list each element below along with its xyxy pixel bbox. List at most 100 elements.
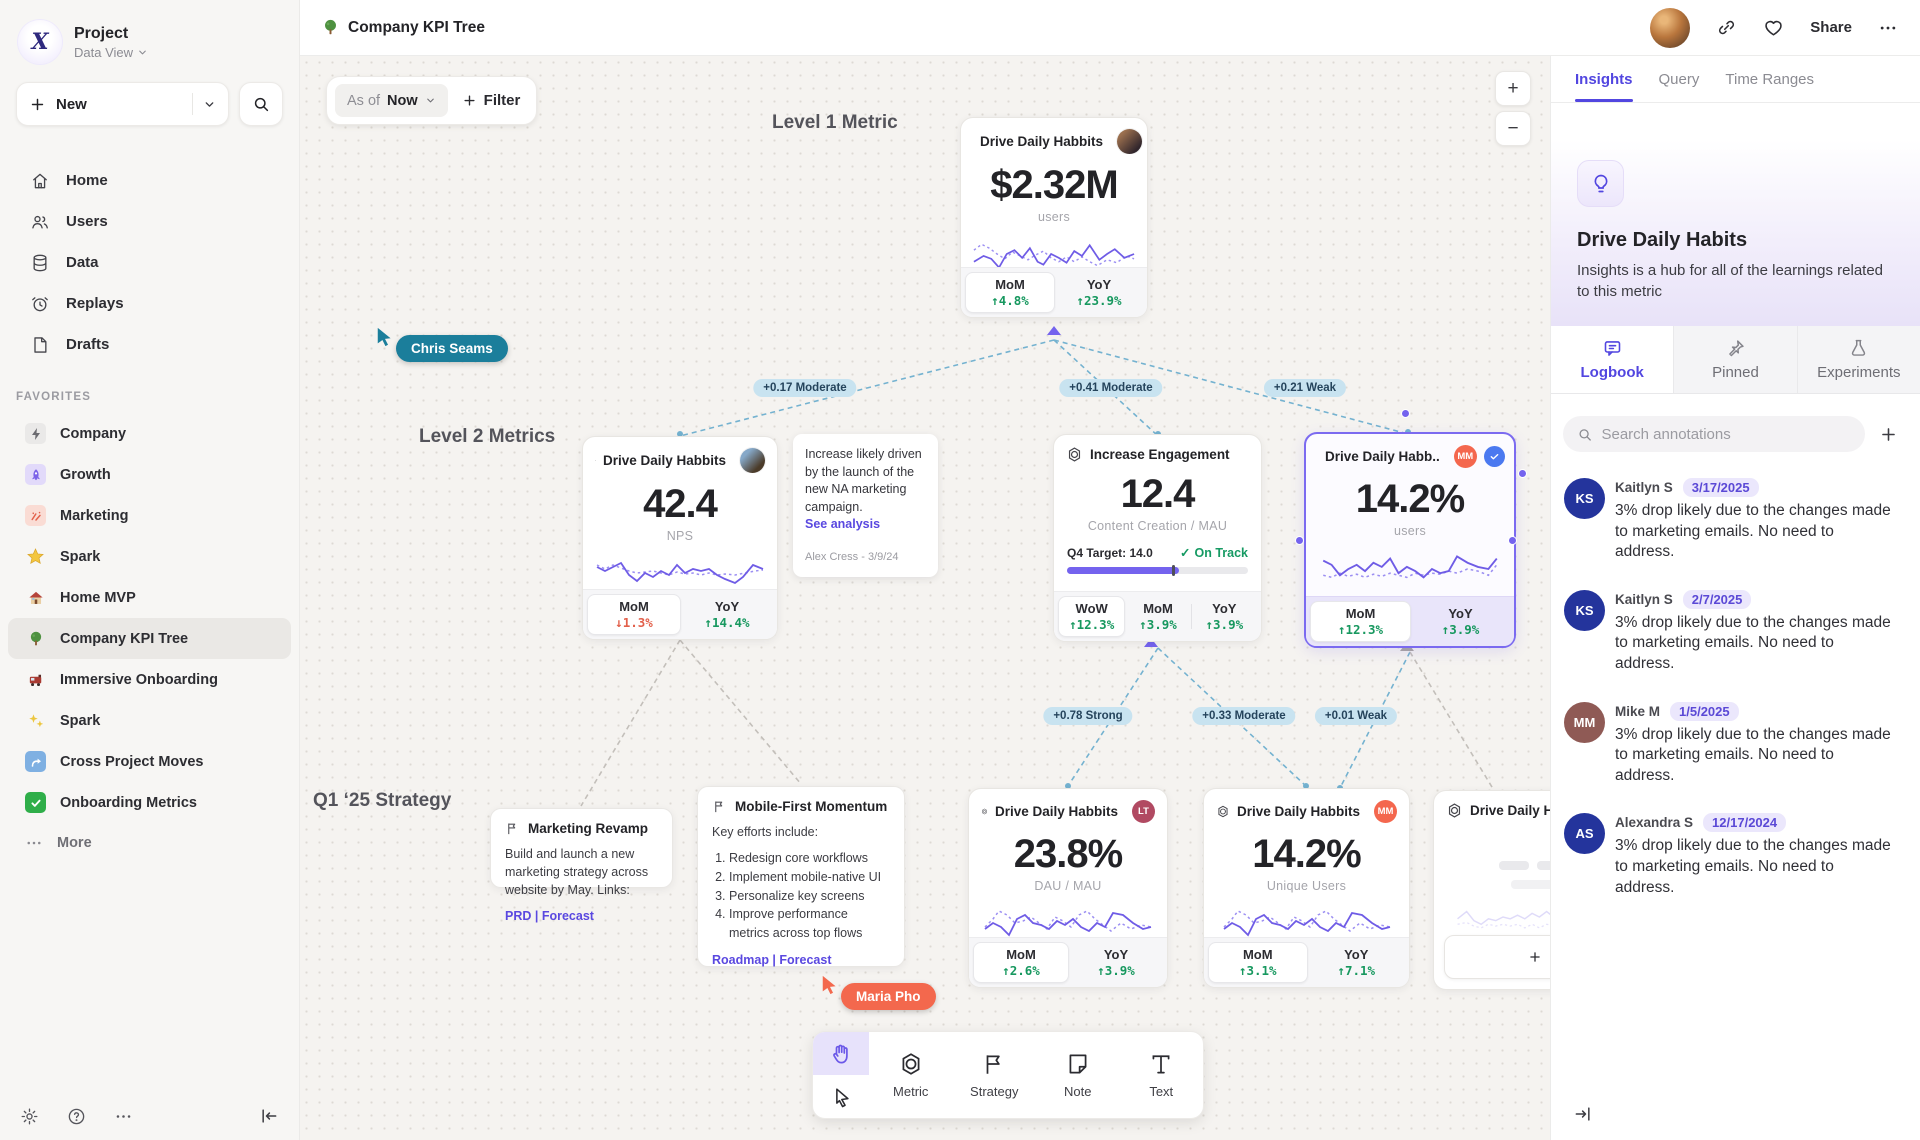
annotation-item[interactable]: AS Alexandra S 12/17/2024 3% drop likely…: [1564, 813, 1896, 898]
sidebar-item-users[interactable]: Users: [0, 201, 299, 242]
annotation-author: Kaitlyn S: [1615, 592, 1673, 607]
selection-handle[interactable]: [1518, 469, 1527, 478]
new-button[interactable]: New: [16, 82, 229, 126]
note-tool-button[interactable]: Note: [1036, 1032, 1120, 1118]
sidebar-item-cross-project-moves[interactable]: Cross Project Moves: [8, 741, 291, 782]
stat-mom[interactable]: MoM↑3.1%: [1208, 942, 1308, 983]
connect-button[interactable]: Connect: [1444, 935, 1550, 979]
stat-wow[interactable]: WoW↑12.3%: [1058, 596, 1125, 637]
user-avatar[interactable]: [1650, 8, 1690, 48]
sidebar-item-company[interactable]: Company: [8, 413, 291, 454]
tab-query[interactable]: Query: [1659, 56, 1700, 102]
select-tool-button[interactable]: [813, 1075, 869, 1118]
sidebar-item-spark[interactable]: Spark: [8, 536, 291, 577]
search-button[interactable]: [239, 82, 283, 126]
selection-handle[interactable]: [1401, 409, 1410, 418]
stat-mom[interactable]: MoM↑4.8%: [965, 272, 1055, 313]
subtab-logbook[interactable]: Logbook: [1551, 326, 1673, 393]
strategy-tool-button[interactable]: Strategy: [953, 1032, 1037, 1118]
stat-yoy[interactable]: YoY↑3.9%: [1069, 942, 1163, 983]
sidebar-item-drafts[interactable]: Drafts: [0, 324, 299, 365]
add-annotation-icon[interactable]: [1879, 425, 1898, 444]
sidebar-item-growth[interactable]: Growth: [8, 454, 291, 495]
collapse-sidebar-icon[interactable]: [259, 1106, 279, 1126]
metric-card-selected[interactable]: Drive Daily Habb.. MM 14.2% users MoM↑12…: [1304, 432, 1516, 648]
metric-card-nps[interactable]: Drive Daily Habbits 42.4 NPS MoM↓1.3% Yo…: [582, 436, 778, 640]
collapse-panel-icon[interactable]: [1573, 1104, 1593, 1124]
annotation-date-badge: 2/7/2025: [1683, 590, 1752, 609]
tab-insights[interactable]: Insights: [1575, 56, 1633, 102]
annotation-list: KS Kaitlyn S 3/17/2025 3% drop likely du…: [1551, 460, 1920, 925]
share-button[interactable]: Share: [1810, 19, 1852, 36]
selection-handle[interactable]: [1295, 536, 1304, 545]
gear-icon[interactable]: [20, 1107, 39, 1126]
strategy-links[interactable]: PRD | Forecast: [505, 909, 658, 923]
stat-yoy[interactable]: YoY↑7.1%: [1308, 942, 1406, 983]
confetti-icon: [25, 505, 46, 526]
annotation-search-input[interactable]: [1601, 426, 1851, 443]
annotation-item[interactable]: KS Kaitlyn S 3/17/2025 3% drop likely du…: [1564, 478, 1896, 563]
strategy-note-marketing-revamp[interactable]: Marketing Revamp Build and launch a new …: [490, 808, 673, 888]
heart-icon[interactable]: [1763, 17, 1784, 38]
filter-button[interactable]: Filter: [462, 92, 521, 109]
annotation-note[interactable]: Increase likely driven by the launch of …: [793, 434, 938, 577]
sidebar-item-onboarding-metrics[interactable]: Onboarding Metrics: [8, 782, 291, 823]
stat-mom[interactable]: MoM↑2.6%: [973, 942, 1069, 983]
chevron-down-icon[interactable]: [203, 98, 216, 111]
link-icon[interactable]: [1716, 17, 1737, 38]
lightning-icon: [25, 423, 46, 444]
sidebar-item-data[interactable]: Data: [0, 242, 299, 283]
annotation-item[interactable]: MM Mike M 1/5/2025 3% drop likely due to…: [1564, 702, 1896, 787]
sidebar-item-home[interactable]: Home: [0, 160, 299, 201]
metric-tool-button[interactable]: Metric: [869, 1032, 953, 1118]
stat-mom[interactable]: MoM↑12.3%: [1310, 601, 1411, 642]
subtab-experiments[interactable]: Experiments: [1797, 326, 1920, 393]
sidebar-item-home-mvp[interactable]: Home MVP: [8, 577, 291, 618]
stat-yoy[interactable]: YoY↑3.9%: [1192, 596, 1257, 637]
more-options-icon[interactable]: [1878, 18, 1898, 38]
text-tool-button[interactable]: Text: [1120, 1032, 1204, 1118]
selection-handle[interactable]: [1508, 536, 1517, 545]
stat-yoy[interactable]: YoY↑23.9%: [1055, 272, 1143, 313]
strategy-links[interactable]: Roadmap | Forecast: [712, 953, 890, 967]
metric-card-unique-users[interactable]: Drive Daily Habbits MM 14.2% Unique User…: [1203, 788, 1410, 988]
zoom-out-button[interactable]: −: [1495, 111, 1531, 146]
edge-weight-pill: +0.17 Moderate: [753, 379, 856, 397]
panel-tabs: Insights Query Time Ranges: [1551, 56, 1920, 103]
help-icon[interactable]: [67, 1107, 86, 1126]
annotation-author: Mike M: [1615, 704, 1660, 719]
avatar: KS: [1564, 590, 1605, 631]
card-menu-icon[interactable]: [1512, 449, 1514, 464]
zoom-in-button[interactable]: +: [1495, 71, 1531, 106]
more-icon[interactable]: [114, 1107, 133, 1126]
see-analysis-link[interactable]: See analysis: [805, 517, 880, 531]
stat-mom[interactable]: MoM↑3.9%: [1125, 596, 1190, 637]
metric-card-ghost[interactable]: Drive Daily Habbits Connect: [1433, 790, 1550, 990]
hand-tool-button[interactable]: [813, 1032, 869, 1075]
avatar: KS: [1564, 478, 1605, 519]
tab-time-ranges[interactable]: Time Ranges: [1725, 56, 1814, 102]
metric-card-engagement[interactable]: Increase Engagement 12.4 Content Creatio…: [1053, 434, 1262, 642]
stat-yoy[interactable]: YoY↑3.9%: [1411, 601, 1510, 642]
plus-icon: [29, 96, 46, 113]
annotation-search[interactable]: [1563, 416, 1865, 452]
metric-card-l1[interactable]: Drive Daily Habbits $2.32M users MoM↑4.8…: [960, 117, 1148, 318]
metric-card-dau[interactable]: Drive Daily Habbits LT 23.8% DAU / MAU M…: [968, 788, 1168, 988]
sidebar-item-replays[interactable]: Replays: [0, 283, 299, 324]
home-icon: [30, 171, 50, 191]
kpi-tree-canvas[interactable]: As of Now Filter + − Level 1 Metric: [300, 56, 1550, 1140]
annotation-item[interactable]: KS Kaitlyn S 2/7/2025 3% drop likely due…: [1564, 590, 1896, 675]
sidebar-item-immersive-onboarding[interactable]: Immersive Onboarding: [8, 659, 291, 700]
sidebar-item-company-kpi-tree[interactable]: Company KPI Tree: [8, 618, 291, 659]
stat-mom[interactable]: MoM↓1.3%: [587, 594, 681, 635]
as-of-dropdown[interactable]: As of Now: [335, 84, 448, 117]
sidebar-item-marketing[interactable]: Marketing: [8, 495, 291, 536]
project-switcher[interactable]: X Project Data View: [0, 14, 299, 78]
sidebar-item-more[interactable]: More: [0, 823, 299, 863]
stat-yoy[interactable]: YoY↑14.4%: [681, 594, 773, 635]
project-subtitle[interactable]: Data View: [74, 45, 148, 60]
strategy-note-mobile-first[interactable]: Mobile-First Momentum Key efforts includ…: [697, 786, 905, 967]
sidebar-item-spark-2[interactable]: Spark: [8, 700, 291, 741]
strategy-label: Q1 ‘25 Strategy: [313, 790, 451, 812]
subtab-pinned[interactable]: Pinned: [1673, 326, 1796, 393]
